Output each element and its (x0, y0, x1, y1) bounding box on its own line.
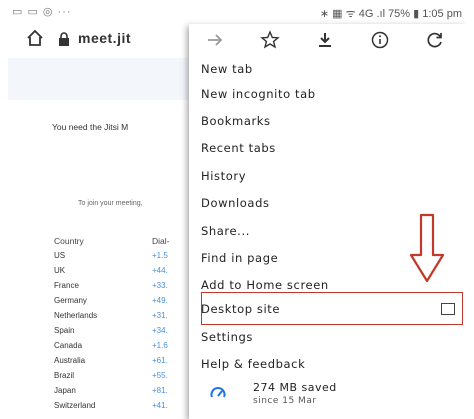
refresh-icon[interactable] (425, 30, 445, 50)
data-saved-amount[interactable]: 274 MB saved (253, 381, 337, 394)
dial-number-link[interactable]: +61. (152, 356, 168, 365)
country-cell: Canada (54, 341, 83, 350)
data-saver-icon (210, 387, 226, 398)
country-cell: US (54, 251, 66, 260)
country-column-header: Country (54, 236, 84, 246)
menu-item-bookmarks[interactable]: Bookmarks (201, 114, 271, 128)
table-row: France +33. (8, 281, 188, 295)
home-icon[interactable] (26, 29, 44, 47)
menu-item-help-feedback[interactable]: Help & feedback (201, 357, 305, 371)
dial-number-link[interactable]: +1.6 (152, 341, 168, 350)
menu-item-new-tab[interactable]: New tab (201, 62, 253, 76)
info-icon[interactable] (370, 30, 390, 50)
data-saved-since: since 15 Mar (253, 396, 317, 406)
menu-item-settings[interactable]: Settings (201, 330, 253, 344)
country-cell: UK (54, 266, 66, 275)
menu-item-new-incognito-tab[interactable]: New incognito tab (201, 87, 316, 101)
country-cell: France (54, 281, 79, 290)
dial-number-link[interactable]: +33. (152, 281, 168, 290)
dial-number-link[interactable]: +1.5 (152, 251, 168, 260)
join-instructions: To join your meeting, (78, 200, 143, 207)
dial-number-link[interactable]: +31. (152, 311, 168, 320)
menu-item-history[interactable]: History (201, 169, 246, 183)
web-page-content: You need the Jitsi M To join your meetin… (8, 58, 188, 419)
country-cell: Netherlands (54, 311, 98, 320)
desktop-site-checkbox[interactable] (441, 303, 455, 315)
country-cell: Germany (54, 296, 87, 305)
menu-item-downloads[interactable]: Downloads (201, 196, 270, 210)
table-row: Switzerland +41. (8, 401, 188, 415)
dial-column-header: Dial- (152, 236, 170, 246)
menu-item-recent-tabs[interactable]: Recent tabs (201, 141, 276, 155)
table-row: US +1.5 (8, 251, 188, 265)
status-indicators: ∗ ▦ ᯤ 4G .ıl 75% ▮ 1:05 pm (319, 8, 462, 20)
table-row: Brazil +55. (8, 371, 188, 385)
table-row: Netherlands +31. (8, 311, 188, 325)
dial-number-link[interactable]: +44. (152, 266, 168, 275)
star-icon[interactable] (260, 30, 280, 50)
menu-item-find-in-page[interactable]: Find in page (201, 251, 278, 265)
status-notification-icons: ▭ ▭ ◎ ··· (12, 6, 72, 18)
page-header-banner (8, 58, 188, 100)
table-row: Canada +1.6 (8, 341, 188, 355)
country-cell: Japan (54, 386, 76, 395)
dial-number-link[interactable]: +41. (152, 401, 168, 410)
menu-icon-row (189, 24, 466, 58)
page-message: You need the Jitsi M (52, 122, 129, 132)
dial-number-link[interactable]: +55. (152, 371, 168, 380)
country-cell: Switzerland (54, 401, 96, 410)
forward-icon[interactable] (205, 30, 225, 50)
table-row: Germany +49. (8, 296, 188, 310)
country-cell: Brazil (54, 371, 75, 380)
menu-item-desktop-site[interactable]: Desktop site (201, 302, 280, 316)
annotation-arrow-down-icon (409, 213, 445, 283)
country-cell: Australia (54, 356, 86, 365)
dial-number-link[interactable]: +34. (152, 326, 168, 335)
dial-number-link[interactable]: +81. (152, 386, 168, 395)
status-bar: ▭ ▭ ◎ ··· ∗ ▦ ᯤ 4G .ıl 75% ▮ 1:05 pm (8, 0, 466, 24)
address-bar-url[interactable]: meet.jit (78, 30, 131, 46)
table-row: UK +44. (8, 266, 188, 280)
menu-item-share[interactable]: Share... (201, 224, 250, 238)
menu-item-add-to-home-screen[interactable]: Add to Home screen (201, 278, 329, 292)
download-icon[interactable] (315, 30, 335, 50)
phone-screen: ▭ ▭ ◎ ··· ∗ ▦ ᯤ 4G .ıl 75% ▮ 1:05 pm mee… (8, 0, 466, 419)
lock-icon (59, 32, 69, 46)
table-row: Australia +61. (8, 356, 188, 370)
table-row: Spain +34. (8, 326, 188, 340)
dial-number-link[interactable]: +49. (152, 296, 168, 305)
table-row: Japan +81. (8, 386, 188, 400)
country-cell: Spain (54, 326, 75, 335)
